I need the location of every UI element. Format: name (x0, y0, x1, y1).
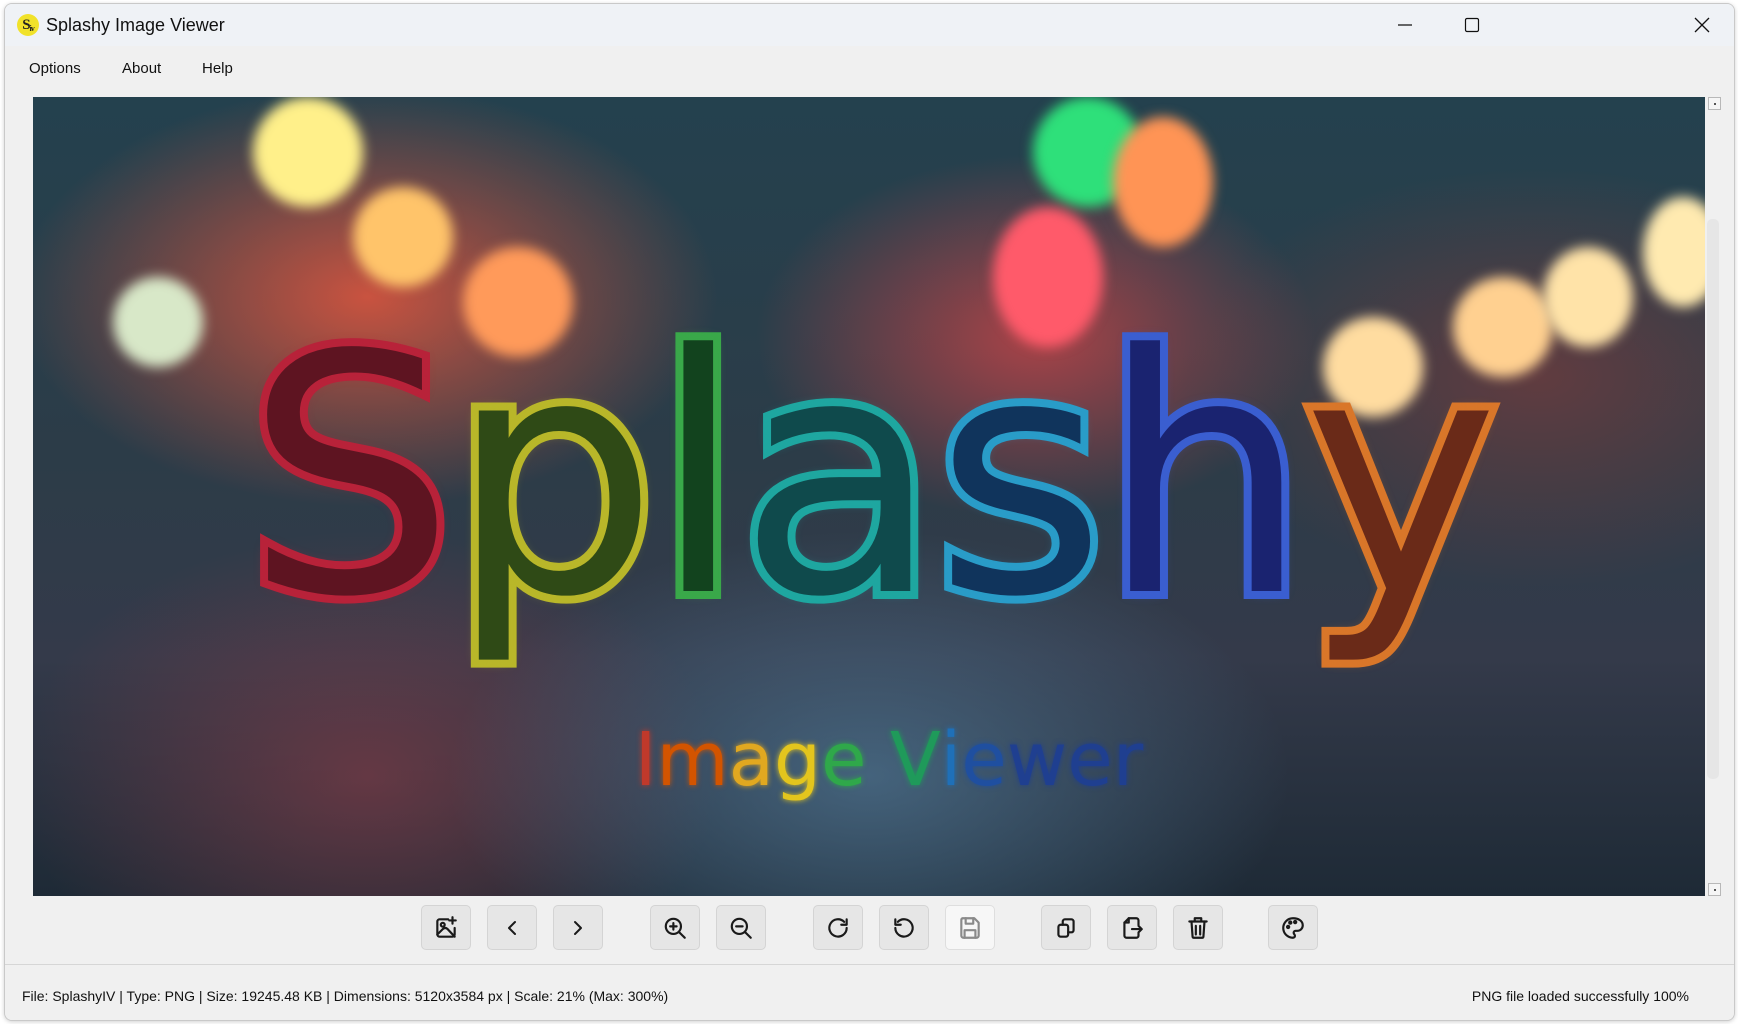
zoom-out-icon (730, 917, 752, 939)
save-button[interactable] (945, 905, 995, 950)
scroll-down-arrow[interactable] (1708, 883, 1721, 896)
trash-icon (1188, 916, 1208, 939)
subtitle-letter: e (1067, 717, 1113, 803)
file-info-text: File: SplashyIV | Type: PNG | Size: 1924… (22, 988, 669, 1004)
chevron-right-icon (574, 920, 582, 935)
subtitle-letter: w (1006, 717, 1068, 803)
menu-bar: Options About Help (5, 46, 1734, 92)
subtitle-letter: a (728, 717, 774, 803)
save-icon (960, 916, 980, 939)
maximize-button[interactable] (1442, 4, 1502, 46)
subtitle-letter: m (656, 717, 729, 803)
app-logo-icon: Siv (17, 14, 39, 36)
zoom-in-button[interactable] (650, 905, 700, 950)
rotate-ccw-icon (894, 917, 914, 938)
headline-letter: l (644, 285, 752, 669)
splash-headline: Splashy (33, 285, 1705, 669)
bokeh-light (1113, 117, 1213, 247)
menu-help[interactable]: Help (202, 60, 233, 77)
status-message: PNG file loaded successfully 100% (1471, 988, 1689, 1004)
subtitle-letter: i (940, 717, 962, 803)
headline-letter: s (926, 285, 1114, 669)
headline-letter: y (1295, 285, 1506, 669)
bokeh-light (253, 97, 363, 207)
headline-letter: a (730, 285, 948, 669)
subtitle-letter: V (890, 717, 941, 803)
scroll-up-arrow[interactable] (1708, 97, 1721, 110)
copy-icon (1057, 917, 1075, 938)
zoom-in-icon (664, 917, 686, 939)
rotate-counterclockwise-button[interactable] (879, 905, 929, 950)
rotate-cw-icon (828, 917, 848, 938)
file-export-icon (1123, 916, 1143, 939)
copy-button[interactable] (1041, 905, 1091, 950)
headline-letter: h (1092, 285, 1317, 669)
window-title: Splashy Image Viewer (46, 15, 225, 35)
menu-about[interactable]: About (122, 60, 161, 77)
subtitle-letter: I (634, 717, 657, 803)
title-bar[interactable]: Siv Splashy Image Viewer (5, 4, 1734, 46)
headline-letter: p (441, 285, 667, 669)
theme-button[interactable] (1268, 905, 1318, 950)
subtitle-letter: g (774, 717, 821, 803)
maximize-icon (1464, 17, 1480, 33)
headline-letter: S (237, 285, 463, 669)
menu-options[interactable]: Options (29, 60, 81, 77)
image-add-icon (436, 915, 457, 938)
toolbar (5, 896, 1734, 964)
subtitle-letter: r (1112, 717, 1144, 803)
app-window: Siv Splashy Image Viewer Options About H… (4, 3, 1735, 1021)
subtitle-letter (867, 717, 891, 803)
app-logo-letter: S (22, 16, 30, 33)
image-canvas[interactable]: Splashy Image Viewer (33, 97, 1705, 896)
next-button[interactable] (553, 905, 603, 950)
previous-button[interactable] (487, 905, 537, 950)
app-logo-sub: iv (29, 23, 35, 33)
status-bar: File: SplashyIV | Type: PNG | Size: 1924… (5, 965, 1734, 1020)
close-button[interactable] (1672, 4, 1732, 46)
close-icon (1694, 17, 1710, 33)
minimize-button[interactable] (1375, 4, 1435, 46)
rotate-clockwise-button[interactable] (813, 905, 863, 950)
delete-button[interactable] (1173, 905, 1223, 950)
chevron-left-icon (508, 920, 516, 935)
subtitle-letter: e (820, 717, 867, 803)
subtitle-letter: e (961, 717, 1007, 803)
palette-icon (1282, 916, 1304, 939)
export-button[interactable] (1107, 905, 1157, 950)
vertical-scrollbar[interactable] (1707, 219, 1719, 779)
zoom-out-button[interactable] (716, 905, 766, 950)
minimize-icon (1398, 24, 1412, 26)
open-image-button[interactable] (421, 905, 471, 950)
splash-subtitle: Image Viewer (33, 717, 1705, 803)
bokeh-light (353, 187, 453, 287)
